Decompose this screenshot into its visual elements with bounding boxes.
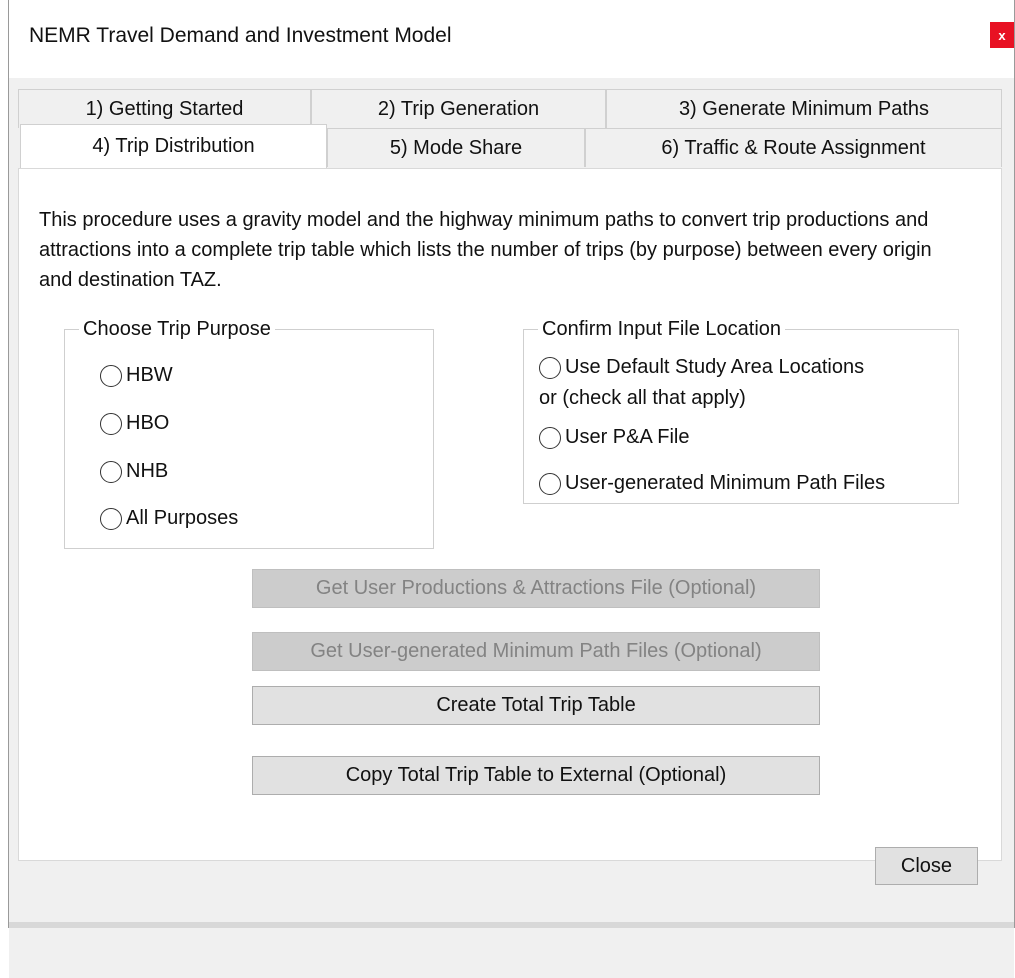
radio-label: User-generated Minimum Path Files (565, 472, 886, 494)
radio-label: All Purposes (126, 507, 239, 529)
tab-mode-share[interactable]: 5) Mode Share (327, 128, 585, 167)
radio-user-pa-file[interactable]: User P&A File (539, 426, 689, 449)
close-button[interactable]: Close (875, 847, 978, 885)
radio-label: HBO (126, 412, 170, 434)
tab-panel-trip-distribution: This procedure uses a gravity model and … (18, 168, 1002, 861)
radio-default-study-area[interactable]: Use Default Study Area Locations (539, 356, 864, 379)
create-trip-table-button[interactable]: Create Total Trip Table (252, 686, 820, 725)
check-all-note: or (check all that apply) (539, 387, 746, 409)
radio-all-purposes[interactable]: All Purposes (100, 507, 238, 530)
input-location-legend: Confirm Input File Location (538, 317, 786, 341)
trip-purpose-legend: Choose Trip Purpose (79, 317, 275, 341)
trip-purpose-group: Choose Trip Purpose HBW HBO NHB All Purp… (64, 317, 434, 549)
close-icon[interactable]: x (990, 22, 1014, 48)
dialog-window: NEMR Travel Demand and Investment Model … (8, 0, 1015, 978)
radio-circle[interactable] (539, 472, 561, 495)
radio-circle[interactable] (100, 364, 122, 387)
radio-circle[interactable] (539, 426, 561, 449)
copy-trip-table-button[interactable]: Copy Total Trip Table to External (Optio… (252, 756, 820, 795)
tab-traffic-route-assignment[interactable]: 6) Traffic & Route Assignment (585, 128, 1002, 167)
radio-hbw[interactable]: HBW (100, 364, 173, 387)
radio-label: NHB (126, 460, 169, 482)
radio-circle[interactable] (100, 412, 122, 435)
radio-nhb[interactable]: NHB (100, 460, 168, 483)
get-minpath-files-button[interactable]: Get User-generated Minimum Path Files (O… (252, 632, 820, 671)
radio-label: User P&A File (565, 426, 690, 448)
title-bar: NEMR Travel Demand and Investment Model … (9, 0, 1014, 78)
radio-label: HBW (126, 364, 173, 386)
input-location-group: Confirm Input File Location Use Default … (523, 317, 959, 504)
tab-getting-started[interactable]: 1) Getting Started (18, 89, 311, 128)
tab-trip-distribution[interactable]: 4) Trip Distribution (20, 124, 327, 168)
bottom-edge (9, 922, 1014, 928)
radio-circle[interactable] (539, 356, 561, 379)
radio-user-minpath-files[interactable]: User-generated Minimum Path Files (539, 472, 885, 495)
radio-label: Use Default Study Area Locations (565, 356, 865, 378)
description-text: This procedure uses a gravity model and … (39, 209, 932, 291)
get-pa-file-button[interactable]: Get User Productions & Attractions File … (252, 569, 820, 608)
window-title: NEMR Travel Demand and Investment Model (29, 24, 452, 47)
radio-circle[interactable] (100, 460, 122, 483)
radio-hbo[interactable]: HBO (100, 412, 169, 435)
radio-circle[interactable] (100, 507, 122, 530)
tab-trip-generation[interactable]: 2) Trip Generation (311, 89, 606, 128)
tab-generate-minimum-paths[interactable]: 3) Generate Minimum Paths (606, 89, 1002, 128)
